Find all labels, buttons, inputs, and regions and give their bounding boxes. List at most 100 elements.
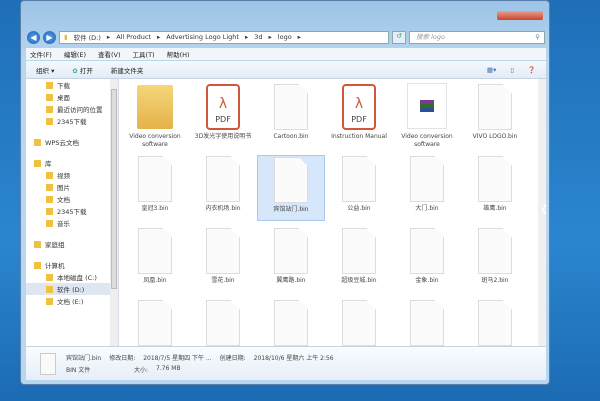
chevron-right-icon[interactable]: ▸ [107,33,110,41]
file-item[interactable] [325,299,393,346]
blank-icon [407,227,447,275]
file-item[interactable]: 翼鹰路.bin [257,227,325,293]
file-item[interactable]: Cartoon.bin [257,83,325,149]
open-icon: ✿ [72,66,78,75]
sidebar-item[interactable]: 视频 [26,169,118,181]
file-name: 公益.bin [347,205,371,212]
preview-pane-icon[interactable]: ▯ [510,66,514,74]
sidebar-item-label: 视频 [57,172,70,180]
sidebar-item-icon [46,219,53,227]
blank-icon [475,155,515,203]
refresh-button[interactable]: ↺ [392,30,406,44]
pdf-icon: λ PDF [342,84,376,130]
menu-item[interactable]: 编辑(E) [64,49,86,59]
breadcrumb-item[interactable]: Advertising Logo Light [166,33,239,41]
file-item[interactable]: 宾馆站门.bin [257,155,325,221]
sidebar-item[interactable]: 图片 [26,181,118,193]
archive-icon [407,83,447,129]
file-item[interactable] [257,299,325,346]
sidebar-item[interactable]: 下载 [26,79,118,91]
file-item[interactable]: 大门.bin [393,155,461,221]
help-icon[interactable]: ❓ [528,66,536,74]
sidebar-item[interactable]: 库 [26,157,118,169]
file-item[interactable]: 金象.bin [393,227,461,293]
chevron-right-icon[interactable]: ▸ [269,33,272,41]
forward-button[interactable]: ▶ [43,30,56,44]
sidebar-item[interactable]: WPS云文档 [26,136,118,148]
file-name: 宾馆站门.bin [273,206,309,213]
menu-item[interactable]: 查看(V) [98,49,121,59]
file-item[interactable]: 雪花.bin [189,227,257,293]
file-item[interactable]: 雄鹰.bin [461,155,529,221]
sidebar-item[interactable]: 本地磁盘 (C:) [26,271,118,283]
blank-icon [475,227,515,275]
file-item[interactable]: λ PDF Instruction Manual [325,83,393,149]
file-name: Video conversion software [129,133,181,148]
search-icon: ⚲ [535,32,540,41]
sidebar-item[interactable]: 2345下载 [26,205,118,217]
sidebar-item[interactable]: 文档 (E:) [26,295,118,307]
sidebar-item-icon [46,297,53,305]
sidebar-item[interactable]: 家庭组 [26,238,118,250]
file-item[interactable] [461,299,529,346]
pdf-icon: λ PDF [206,84,240,130]
file-item[interactable]: 公益.bin [325,155,393,221]
sidebar-item[interactable]: 文档 [26,193,118,205]
file-item[interactable]: Video conversion software [393,83,461,149]
sidebar-item[interactable]: 音乐 [26,217,118,229]
menu-item[interactable]: 帮助(H) [167,49,190,59]
breadcrumb-item[interactable]: logo [278,33,292,41]
sidebar-item[interactable]: 软件 (D:) [26,283,118,295]
sidebar-item-label: 桌面 [57,94,70,102]
sidebar-item-icon [46,207,53,215]
file-item[interactable] [121,299,189,346]
rar-glyph [420,100,434,112]
blank-icon [475,83,515,131]
blank-file-icon [274,84,308,130]
file-item[interactable]: VIVO LOGO.bin [461,83,529,149]
breadcrumb[interactable]: ▮ 软件 (D:) ▸ All Product ▸ Advertising Logo Li… [59,30,389,44]
chevron-right-icon[interactable]: ▸ [245,33,248,41]
file-item[interactable]: 斑马2.bin [461,227,529,293]
file-name: 大门.bin [415,205,439,212]
back-button[interactable]: ◀ [27,30,40,44]
file-item[interactable] [393,299,461,346]
file-name: 凤凰.bin [143,277,167,284]
view-options-icon[interactable]: ▦▾ [487,66,496,74]
size-label: 大小: [134,367,149,374]
close-button[interactable] [497,11,543,20]
search-input[interactable]: 搜索 logo ⚲ [409,30,545,44]
chevron-left-icon[interactable]: ❮ [540,205,548,215]
new-folder-button[interactable]: 新建文件夹 [111,65,144,75]
organize-button[interactable]: 组织 ▾ [36,65,54,75]
sidebar-item-label: 下载 [57,82,70,90]
file-item[interactable] [189,299,257,346]
file-item[interactable]: 内衣机场.bin [189,155,257,221]
sidebar-item-icon [34,261,41,269]
menu-item[interactable]: 工具(T) [133,49,155,59]
open-button[interactable]: ✿ 打开 [72,65,93,75]
sidebar-item-icon [46,183,53,191]
file-item[interactable]: 超级豆城.bin [325,227,393,293]
blank-icon [135,299,175,346]
sidebar-item[interactable]: 计算机 [26,259,118,271]
breadcrumb-item[interactable]: All Product [116,33,151,41]
sidebar-item[interactable]: 最近访问的位置 [26,103,118,115]
file-item[interactable]: 皇冠3.bin [121,155,189,221]
file-item[interactable]: 凤凰.bin [121,227,189,293]
menu-item[interactable]: 文件(F) [30,49,52,59]
breadcrumb-item[interactable]: 软件 (D:) [74,32,101,42]
size-value: 7.76 MB [156,365,181,372]
sidebar-item-label: 文档 (E:) [57,298,84,306]
sidebar-scrollbar[interactable] [110,79,118,346]
sidebar-item[interactable]: 2345下载 [26,115,118,127]
explorer-window: ◀ ▶ ▮ 软件 (D:) ▸ All Product ▸ Advertising Log… [20,0,550,385]
sidebar-item[interactable]: 桌面 [26,91,118,103]
file-item[interactable]: Video conversion software [121,83,189,149]
chevron-right-icon[interactable]: ▸ [298,33,301,41]
file-item[interactable]: λ PDF 3D发光字使用说明书 [189,83,257,149]
chevron-right-icon[interactable]: ▸ [157,33,160,41]
sidebar-item-icon [46,93,53,101]
breadcrumb-item[interactable]: 3d [254,33,262,41]
